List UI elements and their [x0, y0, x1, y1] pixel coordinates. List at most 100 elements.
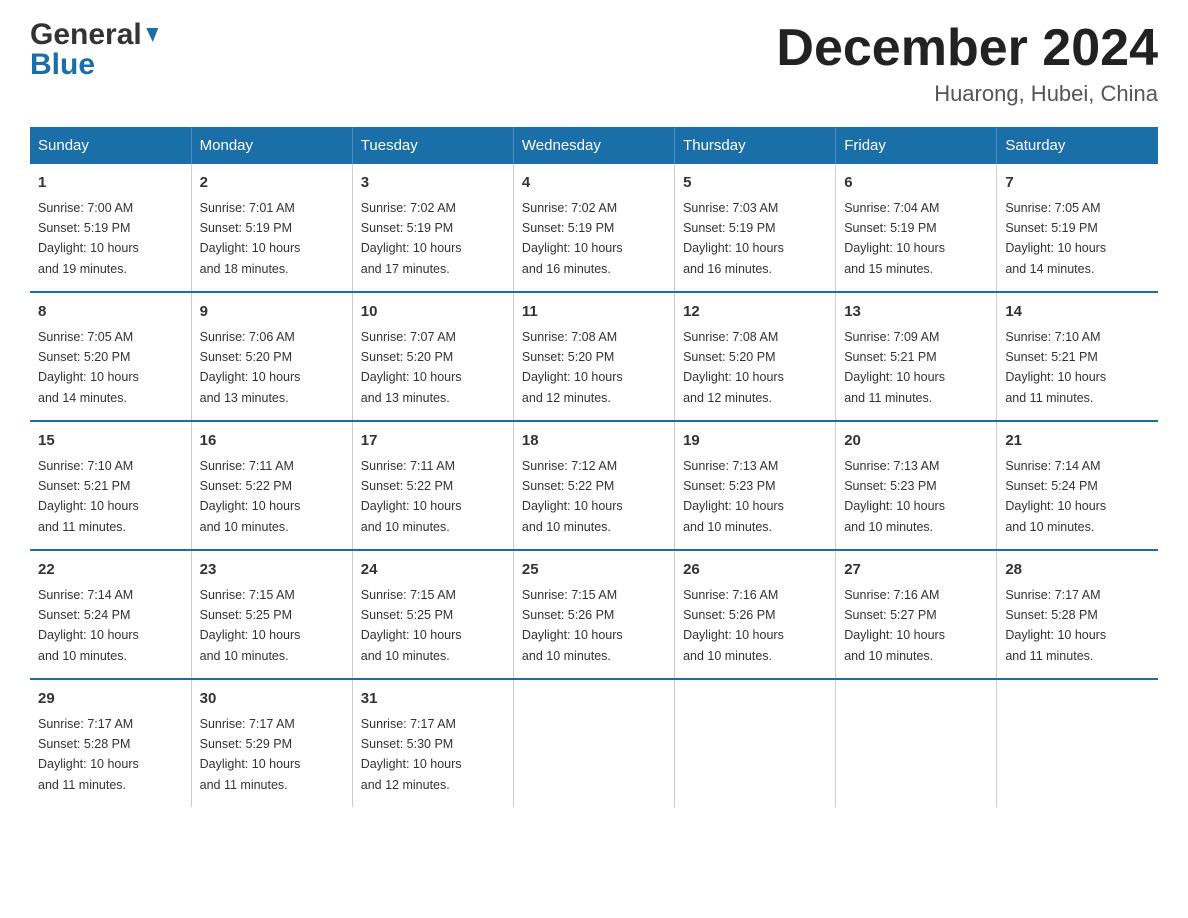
- day-number: 9: [200, 301, 344, 324]
- calendar-cell: 31 Sunrise: 7:17 AMSunset: 5:30 PMDaylig…: [352, 679, 513, 807]
- day-info: Sunrise: 7:16 AMSunset: 5:26 PMDaylight:…: [683, 588, 784, 663]
- calendar-cell: 21 Sunrise: 7:14 AMSunset: 5:24 PMDaylig…: [997, 421, 1158, 550]
- day-info: Sunrise: 7:12 AMSunset: 5:22 PMDaylight:…: [522, 459, 623, 534]
- calendar-cell: 10 Sunrise: 7:07 AMSunset: 5:20 PMDaylig…: [352, 292, 513, 421]
- calendar-cell: 30 Sunrise: 7:17 AMSunset: 5:29 PMDaylig…: [191, 679, 352, 807]
- header-row: SundayMondayTuesdayWednesdayThursdayFrid…: [30, 127, 1158, 164]
- calendar-cell: 24 Sunrise: 7:15 AMSunset: 5:25 PMDaylig…: [352, 550, 513, 679]
- day-number: 25: [522, 559, 666, 582]
- calendar-location: Huarong, Hubei, China: [776, 81, 1158, 107]
- calendar-cell: 15 Sunrise: 7:10 AMSunset: 5:21 PMDaylig…: [30, 421, 191, 550]
- day-number: 8: [38, 301, 183, 324]
- day-info: Sunrise: 7:03 AMSunset: 5:19 PMDaylight:…: [683, 201, 784, 276]
- day-number: 28: [1005, 559, 1150, 582]
- header-monday: Monday: [191, 127, 352, 164]
- header-wednesday: Wednesday: [513, 127, 674, 164]
- day-info: Sunrise: 7:06 AMSunset: 5:20 PMDaylight:…: [200, 330, 301, 405]
- day-number: 20: [844, 430, 988, 453]
- day-info: Sunrise: 7:09 AMSunset: 5:21 PMDaylight:…: [844, 330, 945, 405]
- logo: General Blue: [30, 20, 157, 80]
- calendar-cell: 22 Sunrise: 7:14 AMSunset: 5:24 PMDaylig…: [30, 550, 191, 679]
- calendar-cell: 7 Sunrise: 7:05 AMSunset: 5:19 PMDayligh…: [997, 164, 1158, 292]
- day-info: Sunrise: 7:17 AMSunset: 5:30 PMDaylight:…: [361, 717, 462, 792]
- calendar-cell: 29 Sunrise: 7:17 AMSunset: 5:28 PMDaylig…: [30, 679, 191, 807]
- calendar-cell: 27 Sunrise: 7:16 AMSunset: 5:27 PMDaylig…: [836, 550, 997, 679]
- day-info: Sunrise: 7:11 AMSunset: 5:22 PMDaylight:…: [200, 459, 301, 534]
- week-row-5: 29 Sunrise: 7:17 AMSunset: 5:28 PMDaylig…: [30, 679, 1158, 807]
- day-number: 26: [683, 559, 827, 582]
- day-number: 6: [844, 172, 988, 195]
- day-number: 12: [683, 301, 827, 324]
- logo-general-text: General: [30, 20, 142, 50]
- day-info: Sunrise: 7:08 AMSunset: 5:20 PMDaylight:…: [522, 330, 623, 405]
- calendar-cell: 28 Sunrise: 7:17 AMSunset: 5:28 PMDaylig…: [997, 550, 1158, 679]
- header-saturday: Saturday: [997, 127, 1158, 164]
- week-row-4: 22 Sunrise: 7:14 AMSunset: 5:24 PMDaylig…: [30, 550, 1158, 679]
- day-number: 7: [1005, 172, 1150, 195]
- header-thursday: Thursday: [675, 127, 836, 164]
- header-tuesday: Tuesday: [352, 127, 513, 164]
- day-info: Sunrise: 7:10 AMSunset: 5:21 PMDaylight:…: [38, 459, 139, 534]
- day-number: 2: [200, 172, 344, 195]
- day-number: 17: [361, 430, 505, 453]
- day-number: 1: [38, 172, 183, 195]
- calendar-cell: 3 Sunrise: 7:02 AMSunset: 5:19 PMDayligh…: [352, 164, 513, 292]
- day-info: Sunrise: 7:13 AMSunset: 5:23 PMDaylight:…: [844, 459, 945, 534]
- calendar-cell: 23 Sunrise: 7:15 AMSunset: 5:25 PMDaylig…: [191, 550, 352, 679]
- calendar-cell: [997, 679, 1158, 807]
- day-number: 24: [361, 559, 505, 582]
- logo-blue-text: Blue: [30, 50, 95, 80]
- day-number: 5: [683, 172, 827, 195]
- calendar-cell: 13 Sunrise: 7:09 AMSunset: 5:21 PMDaylig…: [836, 292, 997, 421]
- title-block: December 2024 Huarong, Hubei, China: [776, 20, 1158, 107]
- day-number: 16: [200, 430, 344, 453]
- day-info: Sunrise: 7:01 AMSunset: 5:19 PMDaylight:…: [200, 201, 301, 276]
- day-number: 31: [361, 688, 505, 711]
- calendar-cell: 25 Sunrise: 7:15 AMSunset: 5:26 PMDaylig…: [513, 550, 674, 679]
- day-number: 22: [38, 559, 183, 582]
- calendar-cell: 4 Sunrise: 7:02 AMSunset: 5:19 PMDayligh…: [513, 164, 674, 292]
- day-info: Sunrise: 7:15 AMSunset: 5:25 PMDaylight:…: [200, 588, 301, 663]
- day-number: 18: [522, 430, 666, 453]
- calendar-cell: 1 Sunrise: 7:00 AMSunset: 5:19 PMDayligh…: [30, 164, 191, 292]
- calendar-cell: 18 Sunrise: 7:12 AMSunset: 5:22 PMDaylig…: [513, 421, 674, 550]
- calendar-cell: [836, 679, 997, 807]
- calendar-cell: 16 Sunrise: 7:11 AMSunset: 5:22 PMDaylig…: [191, 421, 352, 550]
- day-info: Sunrise: 7:13 AMSunset: 5:23 PMDaylight:…: [683, 459, 784, 534]
- day-info: Sunrise: 7:07 AMSunset: 5:20 PMDaylight:…: [361, 330, 462, 405]
- day-info: Sunrise: 7:08 AMSunset: 5:20 PMDaylight:…: [683, 330, 784, 405]
- calendar-cell: 9 Sunrise: 7:06 AMSunset: 5:20 PMDayligh…: [191, 292, 352, 421]
- day-number: 3: [361, 172, 505, 195]
- week-row-1: 1 Sunrise: 7:00 AMSunset: 5:19 PMDayligh…: [30, 164, 1158, 292]
- calendar-title: December 2024: [776, 20, 1158, 77]
- calendar-cell: 12 Sunrise: 7:08 AMSunset: 5:20 PMDaylig…: [675, 292, 836, 421]
- day-info: Sunrise: 7:14 AMSunset: 5:24 PMDaylight:…: [1005, 459, 1106, 534]
- calendar-cell: 11 Sunrise: 7:08 AMSunset: 5:20 PMDaylig…: [513, 292, 674, 421]
- day-info: Sunrise: 7:16 AMSunset: 5:27 PMDaylight:…: [844, 588, 945, 663]
- day-number: 14: [1005, 301, 1150, 324]
- calendar-cell: [513, 679, 674, 807]
- calendar-cell: 2 Sunrise: 7:01 AMSunset: 5:19 PMDayligh…: [191, 164, 352, 292]
- calendar-cell: 5 Sunrise: 7:03 AMSunset: 5:19 PMDayligh…: [675, 164, 836, 292]
- day-info: Sunrise: 7:17 AMSunset: 5:28 PMDaylight:…: [1005, 588, 1106, 663]
- calendar-cell: 8 Sunrise: 7:05 AMSunset: 5:20 PMDayligh…: [30, 292, 191, 421]
- calendar-table: SundayMondayTuesdayWednesdayThursdayFrid…: [30, 127, 1158, 807]
- day-number: 27: [844, 559, 988, 582]
- calendar-cell: 26 Sunrise: 7:16 AMSunset: 5:26 PMDaylig…: [675, 550, 836, 679]
- day-number: 10: [361, 301, 505, 324]
- calendar-cell: 17 Sunrise: 7:11 AMSunset: 5:22 PMDaylig…: [352, 421, 513, 550]
- day-number: 23: [200, 559, 344, 582]
- day-number: 21: [1005, 430, 1150, 453]
- page-header: General Blue December 2024 Huarong, Hube…: [30, 20, 1158, 107]
- day-number: 4: [522, 172, 666, 195]
- day-info: Sunrise: 7:10 AMSunset: 5:21 PMDaylight:…: [1005, 330, 1106, 405]
- day-info: Sunrise: 7:02 AMSunset: 5:19 PMDaylight:…: [361, 201, 462, 276]
- day-number: 29: [38, 688, 183, 711]
- day-info: Sunrise: 7:05 AMSunset: 5:20 PMDaylight:…: [38, 330, 139, 405]
- week-row-3: 15 Sunrise: 7:10 AMSunset: 5:21 PMDaylig…: [30, 421, 1158, 550]
- day-info: Sunrise: 7:15 AMSunset: 5:26 PMDaylight:…: [522, 588, 623, 663]
- day-number: 13: [844, 301, 988, 324]
- day-info: Sunrise: 7:00 AMSunset: 5:19 PMDaylight:…: [38, 201, 139, 276]
- calendar-cell: 20 Sunrise: 7:13 AMSunset: 5:23 PMDaylig…: [836, 421, 997, 550]
- calendar-cell: 14 Sunrise: 7:10 AMSunset: 5:21 PMDaylig…: [997, 292, 1158, 421]
